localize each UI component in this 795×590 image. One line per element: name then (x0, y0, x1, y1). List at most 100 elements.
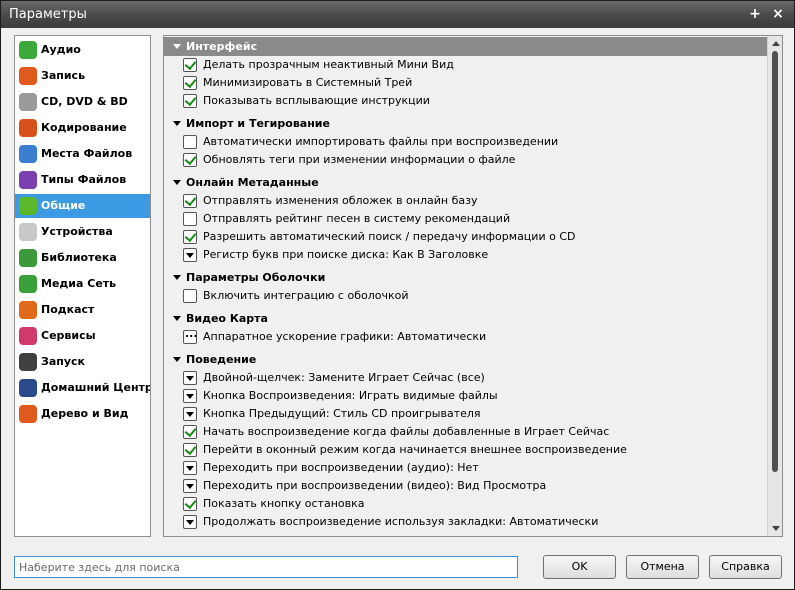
group-header[interactable]: Импорт и Тегирование (164, 114, 768, 133)
dropdown-button[interactable] (183, 248, 197, 262)
sidebar-item[interactable]: Кодирование (15, 116, 150, 140)
option-row[interactable]: Включить интеграцию с оболочкой (182, 287, 762, 305)
option-row[interactable]: Показывать всплывающие инструкции (182, 92, 762, 110)
sidebar-item-label: Кодирование (41, 121, 127, 134)
option-label: Минимизировать в Системный Трей (203, 76, 413, 89)
close-icon[interactable]: × (768, 1, 788, 28)
dropdown-button[interactable] (183, 515, 197, 529)
media-network-icon (19, 275, 37, 293)
option-row[interactable]: Кнопка Предыдущий: Стиль CD проигрывател… (182, 405, 762, 423)
window-title: Параметры (9, 7, 87, 22)
option-row[interactable]: Аппаратное ускорение графики: Автоматиче… (182, 325, 762, 346)
cancel-button[interactable]: Отмена (626, 555, 699, 579)
sidebar-item[interactable]: Общие (15, 194, 150, 218)
option-label: Начать воспроизведение когда файлы добав… (203, 425, 610, 438)
option-row[interactable]: Продолжать воспроизведение используя зак… (182, 513, 762, 531)
option-row[interactable]: Кнопка Воспроизведения: Играть видимые ф… (182, 387, 762, 405)
checkbox[interactable] (183, 135, 197, 149)
option-row[interactable]: Автоматически импортировать файлы при во… (182, 133, 762, 151)
checkbox[interactable] (183, 289, 197, 303)
scroll-thumb[interactable] (772, 51, 778, 472)
checkbox-checked[interactable] (183, 230, 197, 244)
general-icon (19, 197, 37, 215)
dropdown-button[interactable] (183, 461, 197, 475)
file-types-icon (19, 171, 37, 189)
option-row[interactable]: Переходить при воспроизведении (видео): … (182, 477, 762, 495)
dropdown-button[interactable] (183, 479, 197, 493)
sidebar-item[interactable]: Аудио (15, 38, 150, 62)
option-row[interactable]: Минимизировать в Системный Трей (182, 74, 762, 92)
checkbox-checked[interactable] (183, 153, 197, 167)
option-label: Регистр букв при поиске диска: Как В Заг… (203, 248, 489, 261)
group-title: Параметры Оболочки (186, 271, 326, 284)
option-label: Показать кнопку остановка (203, 497, 365, 510)
sidebar-item[interactable]: Медиа Сеть (15, 272, 150, 296)
help-button[interactable]: Справка (709, 555, 782, 579)
group-header[interactable]: Параметры Оболочки (164, 268, 768, 287)
checkbox-checked[interactable] (183, 497, 197, 511)
group-header[interactable]: Поведение (164, 350, 768, 369)
encode-icon (19, 119, 37, 137)
sidebar-item-label: Запись (41, 69, 86, 82)
sidebar-item[interactable]: Домашний Центр (15, 376, 150, 400)
option-label: Разрешить автоматический поиск / передач… (203, 230, 576, 243)
sidebar-item-label: Места Файлов (41, 147, 133, 160)
option-row[interactable]: Перейти в оконный режим когда начинается… (182, 441, 762, 459)
option-row[interactable]: Переходить при воспроизведении (аудио): … (182, 459, 762, 477)
option-row[interactable]: Регистр букв при поиске диска: Как В Заг… (182, 246, 762, 264)
option-label: Продолжать воспроизведение используя зак… (203, 515, 599, 528)
option-row[interactable]: Начать воспроизведение когда файлы добав… (182, 423, 762, 441)
podcast-icon (19, 301, 37, 319)
option-row[interactable]: Показать кнопку остановка (182, 495, 762, 513)
search-input[interactable] (14, 556, 518, 578)
sidebar-item[interactable]: Запись (15, 64, 150, 88)
group-title: Поведение (186, 353, 257, 366)
sidebar-item[interactable]: Типы Файлов (15, 168, 150, 192)
checkbox-checked[interactable] (183, 443, 197, 457)
ellipsis-button[interactable] (183, 325, 198, 344)
sidebar-item[interactable]: Места Файлов (15, 142, 150, 166)
option-row[interactable]: Разрешить автоматический поиск / передач… (182, 228, 762, 246)
pin-icon[interactable]: + (745, 1, 765, 28)
scroll-down-icon[interactable] (772, 526, 780, 531)
checkbox-checked[interactable] (183, 94, 197, 108)
group-header[interactable]: Онлайн Метаданные (164, 173, 768, 192)
sidebar-item-label: Общие (41, 199, 86, 212)
group-header[interactable]: Интерфейс (164, 37, 768, 56)
scroll-up-icon[interactable] (772, 41, 780, 46)
option-row[interactable]: Обновлять теги при изменении информации … (182, 151, 762, 169)
option-row[interactable]: Двойной-щелчек: Замените Играет Сейчас (… (182, 369, 762, 387)
sidebar-item[interactable]: Запуск (15, 350, 150, 374)
sidebar-item[interactable]: Дерево и Вид (15, 402, 150, 426)
option-label: Кнопка Воспроизведения: Играть видимые ф… (203, 389, 498, 402)
option-row[interactable]: Отправлять рейтинг песен в систему реком… (182, 210, 762, 228)
sidebar-item[interactable]: Подкаст (15, 298, 150, 322)
dropdown-button[interactable] (183, 389, 197, 403)
checkbox[interactable] (183, 212, 197, 226)
sidebar-item-label: Библиотека (41, 251, 117, 264)
sidebar-item-label: Подкаст (41, 303, 95, 316)
checkbox-checked[interactable] (183, 425, 197, 439)
options-panel: Интерфейс Делать прозрачным неактивный Ми… (163, 35, 783, 537)
sidebar-item-label: Медиа Сеть (41, 277, 117, 290)
dropdown-button[interactable] (183, 407, 197, 421)
checkbox-checked[interactable] (183, 58, 197, 72)
checkbox-checked[interactable] (183, 194, 197, 208)
option-label: Двойной-щелчек: Замените Играет Сейчас (… (203, 371, 485, 384)
tree-view-icon (19, 405, 37, 423)
option-row[interactable]: Отправлять изменения обложек в онлайн ба… (182, 192, 762, 210)
sidebar-item[interactable]: Устройства (15, 220, 150, 244)
options-window: Параметры + × Аудио Запись CD, DVD & BD Код… (0, 0, 795, 590)
sidebar-item[interactable]: CD, DVD & BD (15, 90, 150, 114)
group-header[interactable]: Видео Карта (164, 309, 768, 328)
disc-icon (19, 93, 37, 111)
dropdown-button[interactable] (183, 371, 197, 385)
scrollbar[interactable] (767, 36, 782, 536)
sidebar-item[interactable]: Сервисы (15, 324, 150, 348)
title-bar: Параметры + × (1, 1, 794, 28)
option-label: Аппаратное ускорение графики: Автоматиче… (203, 330, 487, 343)
checkbox-checked[interactable] (183, 76, 197, 90)
sidebar-item[interactable]: Библиотека (15, 246, 150, 270)
option-row[interactable]: Делать прозрачным неактивный Мини Вид (182, 56, 762, 74)
ok-button[interactable]: OK (543, 555, 616, 579)
